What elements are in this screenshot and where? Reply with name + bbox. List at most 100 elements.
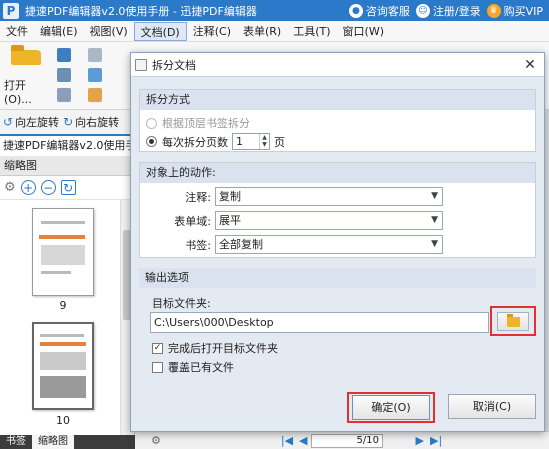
annotation-label: 注释: [185, 190, 211, 204]
browse-folder-button[interactable] [497, 312, 529, 331]
split-document-dialog: 拆分文档 ✕ 拆分方式 根据顶层书签拆分 每次拆分页数 1 ▲ ▼ 页 对象上的动… [130, 52, 545, 432]
chat-icon: ● [348, 3, 363, 18]
open-button[interactable]: 打开(O)... [4, 45, 48, 106]
zoom-out-icon[interactable]: − [40, 180, 56, 195]
chevron-down-icon: ▼ [431, 215, 438, 225]
thumb-content [41, 221, 85, 224]
chevron-down-icon: ▼ [431, 239, 438, 249]
bookmark-select[interactable]: 全部复制 ▼ [215, 235, 443, 254]
settings-icon[interactable]: ⚙ [151, 434, 161, 447]
user-icon: ☺ [415, 3, 430, 18]
document-tab[interactable]: 捷速PDF编辑器v2.0使用手 [0, 134, 135, 156]
radio-pages[interactable] [146, 136, 157, 147]
vip-icon: ♛ [486, 3, 501, 18]
rotate-toolbar: ↺ 向左旋转 ↻ 向右旋转 [0, 110, 135, 134]
object-actions-heading: 对象上的动作: [140, 163, 535, 183]
page-thumbnail[interactable] [32, 208, 94, 296]
thumbnail-tools: ⚙ + − ↻ [0, 176, 134, 200]
panel-tabs: 书签 缩略图 [0, 435, 135, 449]
pages-per-split-stepper[interactable]: 1 ▲ ▼ [232, 133, 270, 150]
open-folder-label: 完成后打开目标文件夹 [168, 342, 278, 355]
menu-view[interactable]: 视图(V) [84, 22, 134, 41]
overwrite-option[interactable]: 覆盖已有文件 [152, 359, 234, 375]
annotation-value: 复制 [219, 190, 241, 203]
pages-unit-label: 页 [274, 135, 285, 149]
dialog-title: 拆分文档 [152, 58, 196, 72]
buy-vip-label: 购买VIP [503, 4, 543, 18]
thumb-content [41, 245, 85, 265]
object-actions-group: 对象上的动作: 注释: 复制 ▼ 表单域: 展平 ▼ 书签: 全部复制 ▼ [139, 162, 536, 258]
email-icon[interactable] [88, 48, 102, 62]
buy-vip-button[interactable]: ♛ 购买VIP [486, 3, 543, 19]
folder-icon [506, 313, 520, 327]
open-folder-checkbox[interactable]: ✓ [152, 342, 163, 354]
last-page-icon[interactable]: ▶| [430, 434, 442, 447]
thumbnail-list: 9 10 [0, 200, 120, 435]
split-by-bookmark-label: 根据顶层书签拆分 [162, 117, 250, 130]
annotation-row: 注释: 复制 ▼ [140, 187, 443, 206]
form-field-value: 展平 [219, 214, 241, 227]
cloud-icon[interactable] [88, 68, 102, 82]
ok-button[interactable]: 确定(O) [352, 395, 430, 420]
pages-per-split-value: 1 [236, 135, 243, 148]
next-page-icon[interactable]: ▶ [416, 434, 424, 447]
customer-service-label: 咨询客服 [365, 4, 410, 18]
bookmark-value: 全部复制 [219, 238, 263, 251]
target-folder-input[interactable]: C:\Users\000\Desktop [150, 312, 489, 333]
prev-page-icon[interactable]: ◀ [299, 434, 307, 447]
page-number-label: 10 [56, 414, 70, 427]
split-by-bookmark-option[interactable]: 根据顶层书签拆分 [146, 115, 250, 131]
save-icon[interactable] [57, 48, 71, 62]
rotate-right-button[interactable]: ↻ 向右旋转 [63, 114, 119, 130]
settings-icon[interactable]: ⚙ [4, 180, 16, 195]
login-button[interactable]: ☺ 注册/登录 [415, 3, 481, 19]
status-bar: ⚙ |◀ ◀ 5/10 ▶ ▶| [135, 431, 549, 449]
menu-tools[interactable]: 工具(T) [287, 22, 336, 41]
first-page-icon[interactable]: |◀ [281, 434, 293, 447]
close-icon[interactable]: ✕ [522, 57, 538, 73]
login-label: 注册/登录 [432, 4, 481, 18]
open-label: 打开(O)... [4, 79, 32, 106]
thumb-content [40, 376, 86, 398]
print-icon[interactable] [57, 68, 71, 82]
cancel-button[interactable]: 取消(C) [448, 394, 536, 419]
new-document-icon[interactable] [88, 88, 102, 102]
menu-document[interactable]: 文档(D) [133, 21, 187, 41]
thumb-content [40, 334, 84, 337]
bookmark-label: 书签: [185, 238, 211, 252]
thumb-content [40, 342, 86, 346]
customer-service-button[interactable]: ● 咨询客服 [348, 3, 410, 19]
radio-bookmark[interactable] [146, 117, 157, 129]
dialog-title-bar: 拆分文档 [131, 53, 544, 77]
tab-bookmarks[interactable]: 书签 [0, 435, 32, 449]
form-field-select[interactable]: 展平 ▼ [215, 211, 443, 230]
menu-file[interactable]: 文件 [0, 22, 34, 41]
split-method-group: 拆分方式 根据顶层书签拆分 每次拆分页数 1 ▲ ▼ 页 [139, 89, 536, 152]
zoom-in-icon[interactable]: + [20, 180, 36, 195]
rotate-left-button[interactable]: ↺ 向左旋转 [3, 114, 59, 130]
output-options-heading: 输出选项 [139, 268, 536, 288]
split-by-pages-option[interactable]: 每次拆分页数 1 ▲ ▼ 页 [146, 133, 285, 150]
annotation-select[interactable]: 复制 ▼ [215, 187, 443, 206]
page-number-label: 9 [59, 299, 67, 312]
menu-comment[interactable]: 注释(C) [187, 22, 237, 41]
page-number-field[interactable]: 5/10 [311, 434, 383, 448]
browse-highlight [490, 306, 536, 336]
tab-thumbnails[interactable]: 缩略图 [32, 435, 74, 449]
menu-edit[interactable]: 编辑(E) [34, 22, 84, 41]
title-bar: P 捷速PDF编辑器v2.0使用手册 - 迅捷PDF编辑器 ● 咨询客服 ☺ 注… [0, 0, 549, 21]
menu-window[interactable]: 窗口(W) [337, 22, 390, 41]
form-field-label: 表单域: [174, 214, 211, 228]
thumbnail-panel: 缩略图 ⚙ + − ↻ 9 10 [0, 156, 135, 435]
stepper-arrows-icon[interactable]: ▲ ▼ [259, 134, 269, 149]
export-icon[interactable] [57, 88, 71, 102]
overwrite-checkbox[interactable] [152, 361, 163, 373]
form-field-row: 表单域: 展平 ▼ [140, 211, 443, 230]
menu-form[interactable]: 表单(R) [237, 22, 287, 41]
page-thumbnail-selected[interactable] [32, 322, 94, 410]
split-by-pages-label: 每次拆分页数 [162, 135, 228, 149]
open-folder-after-option[interactable]: ✓ 完成后打开目标文件夹 [152, 340, 278, 356]
rotate-page-icon[interactable]: ↻ [60, 180, 76, 195]
ok-highlight: 确定(O) [347, 392, 435, 423]
thumb-content [39, 235, 85, 239]
